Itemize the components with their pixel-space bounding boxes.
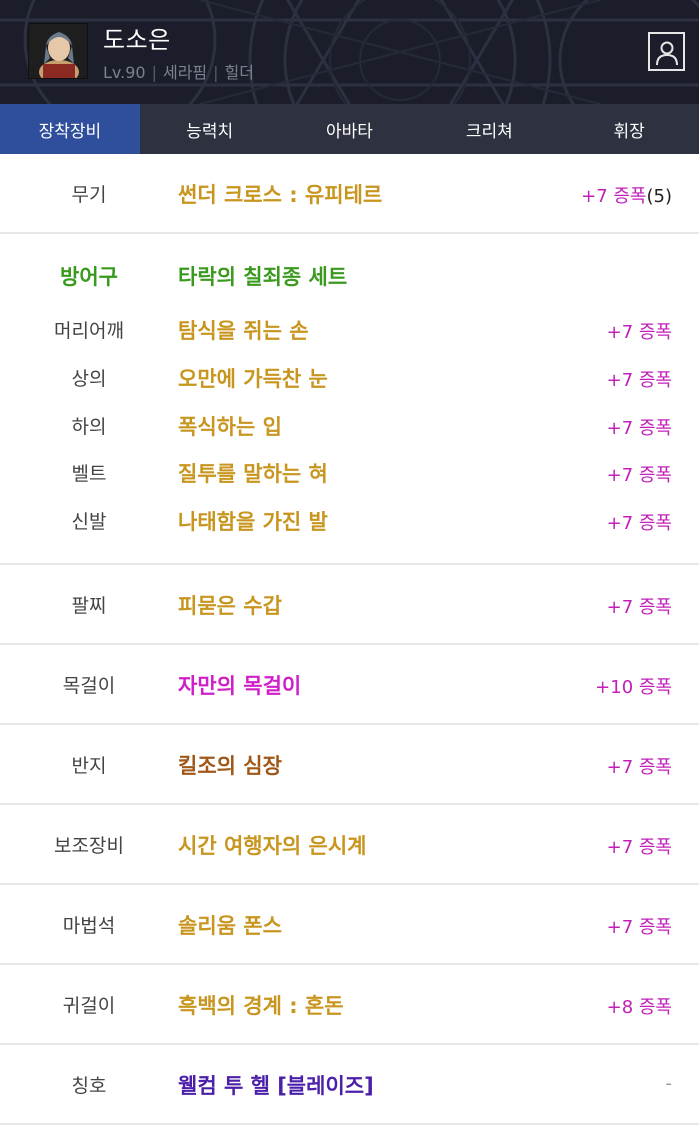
necklace-enhance: +10 증폭 xyxy=(595,677,672,698)
tab-bar: 장착장비 능력치 아바타 크리쳐 휘장 xyxy=(0,104,699,154)
ring-row: 반지 킬조의 심장 +7 증폭 xyxy=(0,725,699,805)
slot-label: 벨트 xyxy=(71,463,107,485)
enhance-value: +7 증폭 xyxy=(581,186,647,207)
armor-item-name[interactable]: 오만에 가득찬 눈 xyxy=(178,363,328,393)
armor-row-bottom: 하의 폭식하는 입 +7 증폭 xyxy=(0,404,699,444)
slot-label: 하의 xyxy=(71,416,107,438)
character-info: Lv.90 | 세라핌 | 힐더 xyxy=(103,59,254,83)
magicstone-name[interactable]: 솔리움 폰스 xyxy=(178,910,282,940)
armor-item-enhance: +7 증폭 xyxy=(606,322,672,343)
armor-row-shoes: 신발 나태함을 가진 발 +7 증폭 xyxy=(0,499,699,539)
armor-item-name[interactable]: 폭식하는 입 xyxy=(178,411,282,441)
title-enhance: - xyxy=(665,1073,673,1094)
armor-set-name[interactable]: 타락의 칠죄종 세트 xyxy=(178,261,347,291)
weapon-enhance: +7 증폭(5) xyxy=(581,182,672,208)
subequip-enhance: +7 증폭 xyxy=(606,837,672,858)
slot-label: 칭호 xyxy=(71,1075,107,1097)
slot-label: 팔찌 xyxy=(71,595,107,617)
slot-label: 반지 xyxy=(71,755,107,777)
tab-creature[interactable]: 크리쳐 xyxy=(419,104,559,154)
armor-item-name[interactable]: 탐식을 쥐는 손 xyxy=(178,315,309,345)
earring-enhance: +8 증폭 xyxy=(606,997,672,1018)
tab-stats[interactable]: 능력치 xyxy=(140,104,280,154)
necklace-row: 목걸이 자만의 목걸이 +10 증폭 xyxy=(0,645,699,725)
slot-label: 귀걸이 xyxy=(62,995,116,1017)
slot-label: 무기 xyxy=(71,184,107,206)
armor-row-top: 상의 오만에 가득찬 눈 +7 증폭 xyxy=(0,356,699,396)
ring-name[interactable]: 킬조의 심장 xyxy=(178,750,282,780)
slot-label: 머리어깨 xyxy=(54,320,124,342)
armor-set-row: 방어구 타락의 칠죄종 세트 xyxy=(0,254,699,294)
armor-item-enhance: +7 증폭 xyxy=(606,418,672,439)
tab-equipment[interactable]: 장착장비 xyxy=(0,104,140,154)
bracelet-row: 팔찌 피묻은 수갑 +7 증폭 xyxy=(0,565,699,645)
magicstone-enhance: +7 증폭 xyxy=(606,917,672,938)
tab-emblem[interactable]: 휘장 xyxy=(559,104,699,154)
slot-label: 보조장비 xyxy=(54,835,124,857)
earring-row: 귀걸이 흑백의 경계 : 혼돈 +8 증폭 xyxy=(0,965,699,1045)
armor-item-name[interactable]: 질투를 말하는 혀 xyxy=(178,458,328,488)
info-separator: | xyxy=(213,63,219,82)
armor-slot-label: 방어구 xyxy=(60,265,118,289)
tab-avatar[interactable]: 아바타 xyxy=(280,104,420,154)
info-separator: | xyxy=(151,63,157,82)
character-header: 도소은 Lv.90 | 세라핌 | 힐더 xyxy=(0,0,699,104)
armor-item-enhance: +7 증폭 xyxy=(606,513,672,534)
necklace-name[interactable]: 자만의 목걸이 xyxy=(178,670,301,700)
slot-label: 신발 xyxy=(71,511,107,533)
armor-item-enhance: +7 증폭 xyxy=(606,465,672,486)
subequip-row: 보조장비 시간 여행자의 은시계 +7 증폭 xyxy=(0,805,699,885)
armor-row-head: 머리어깨 탐식을 쥐는 손 +7 증폭 xyxy=(0,308,699,348)
armor-row-belt: 벨트 질투를 말하는 혀 +7 증폭 xyxy=(0,451,699,491)
bracelet-name[interactable]: 피묻은 수갑 xyxy=(178,590,282,620)
ring-enhance: +7 증폭 xyxy=(606,757,672,778)
character-job: 세라핌 xyxy=(162,63,208,82)
subequip-name[interactable]: 시간 여행자의 은시계 xyxy=(178,830,367,860)
bracelet-enhance: +7 증폭 xyxy=(606,597,672,618)
character-avatar xyxy=(28,23,88,79)
slot-label: 상의 xyxy=(71,368,107,390)
weapon-name[interactable]: 썬더 크로스 : 유피테르 xyxy=(178,179,382,209)
enhance-count: (5) xyxy=(646,186,673,207)
character-name: 도소은 xyxy=(103,26,171,54)
title-name[interactable]: 웰컴 투 헬 [블레이즈] xyxy=(178,1070,374,1100)
armor-item-name[interactable]: 나태함을 가진 발 xyxy=(178,506,328,536)
weapon-row: 무기 썬더 크로스 : 유피테르 +7 증폭(5) xyxy=(0,154,699,234)
profile-button[interactable] xyxy=(648,32,685,71)
person-card-icon xyxy=(655,41,678,65)
character-level: Lv.90 xyxy=(103,63,146,82)
earring-name[interactable]: 흑백의 경계 : 혼돈 xyxy=(178,990,344,1020)
title-row: 칭호 웰컴 투 헬 [블레이즈] - xyxy=(0,1045,699,1125)
armor-section: 방어구 타락의 칠죄종 세트 머리어깨 탐식을 쥐는 손 +7 증폭 상의 오만… xyxy=(0,234,699,565)
armor-item-enhance: +7 증폭 xyxy=(606,370,672,391)
slot-label: 목걸이 xyxy=(62,675,116,697)
character-server: 힐더 xyxy=(224,63,254,82)
magicstone-row: 마법석 솔리움 폰스 +7 증폭 xyxy=(0,885,699,965)
slot-label: 마법석 xyxy=(62,915,116,937)
